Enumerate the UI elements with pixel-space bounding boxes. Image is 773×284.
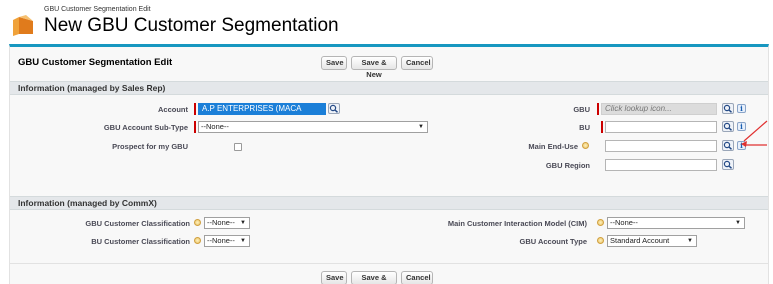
cim-label: Main Customer Interaction Model (CIM) (447, 219, 587, 228)
info-icon[interactable]: i (737, 104, 746, 113)
help-icon[interactable] (597, 219, 604, 226)
gbu-classification-value: --None-- (207, 218, 235, 227)
bu-field[interactable] (605, 121, 717, 133)
sub-type-select[interactable]: --None-- ▼ (198, 121, 428, 133)
section-title: Information (managed by CommX) (18, 198, 157, 208)
dropdown-arrow-icon: ▼ (418, 124, 424, 130)
end-use-label: Main End-Use (528, 142, 578, 151)
section-title: Information (managed by Sales Rep) (18, 83, 166, 93)
required-marker (194, 121, 196, 133)
block-title: GBU Customer Segmentation Edit (18, 57, 173, 68)
region-label: GBU Region (545, 161, 590, 170)
page-header: GBU Customer Segmentation Edit New GBU C… (10, 4, 770, 42)
save-button[interactable]: Save (321, 56, 347, 70)
dropdown-arrow-icon: ▼ (687, 238, 693, 244)
bu-classification-select[interactable]: --None-- ▼ (204, 235, 250, 247)
gbu-label: GBU (573, 105, 590, 114)
cancel-button[interactable]: Cancel (401, 56, 433, 70)
region-field[interactable] (605, 159, 717, 171)
save-new-button[interactable]: Save & New (351, 271, 397, 284)
account-field[interactable]: A.P ENTERPRISES (MACA (198, 103, 326, 115)
gbu-classification-select[interactable]: --None-- ▼ (204, 217, 250, 229)
bu-classification-label: BU Customer Classification (91, 237, 190, 246)
divider (10, 263, 768, 264)
page-subtitle: GBU Customer Segmentation Edit (44, 6, 151, 13)
lookup-icon[interactable] (722, 121, 734, 132)
help-icon[interactable] (597, 237, 604, 244)
account-label: Account (158, 105, 188, 114)
dropdown-arrow-icon: ▼ (240, 220, 246, 226)
required-marker (194, 103, 196, 115)
cancel-button[interactable]: Cancel (401, 271, 433, 284)
cim-select[interactable]: --None-- ▼ (607, 217, 745, 229)
end-use-field[interactable] (605, 140, 717, 152)
segmentation-icon (13, 15, 33, 36)
lookup-icon[interactable] (722, 159, 734, 170)
lookup-icon[interactable] (722, 103, 734, 114)
cim-value: --None-- (610, 218, 638, 227)
required-marker (597, 103, 599, 115)
dropdown-arrow-icon: ▼ (240, 238, 246, 244)
page: GBU Customer Segmentation Edit New GBU C… (0, 0, 773, 284)
edit-block: GBU Customer Segmentation Edit Save Save… (9, 44, 769, 284)
prospect-checkbox[interactable] (234, 143, 242, 151)
section-commx: Information (managed by CommX) (10, 196, 768, 210)
sub-type-label: GBU Account Sub-Type (103, 123, 188, 132)
help-icon[interactable] (194, 219, 201, 226)
account-type-label: GBU Account Type (519, 237, 587, 246)
bu-label: BU (579, 123, 590, 132)
annotation-arrow-icon (741, 120, 768, 147)
required-marker (601, 121, 603, 133)
lookup-icon[interactable] (722, 140, 734, 151)
page-title: New GBU Customer Segmentation (44, 15, 339, 36)
help-icon[interactable] (582, 142, 589, 149)
save-button[interactable]: Save (321, 271, 347, 284)
account-type-select[interactable]: Standard Account ▼ (607, 235, 697, 247)
dropdown-arrow-icon: ▼ (735, 220, 741, 226)
lookup-icon[interactable] (328, 103, 340, 114)
help-icon[interactable] (194, 237, 201, 244)
prospect-label: Prospect for my GBU (112, 142, 188, 151)
gbu-field[interactable]: Click lookup icon... (601, 103, 717, 115)
gbu-classification-label: GBU Customer Classification (85, 219, 190, 228)
save-new-button[interactable]: Save & New (351, 56, 397, 79)
sub-type-value: --None-- (201, 122, 229, 131)
section-sales-rep: Information (managed by Sales Rep) (10, 81, 768, 95)
account-type-value: Standard Account (610, 236, 670, 245)
bu-classification-value: --None-- (207, 236, 235, 245)
